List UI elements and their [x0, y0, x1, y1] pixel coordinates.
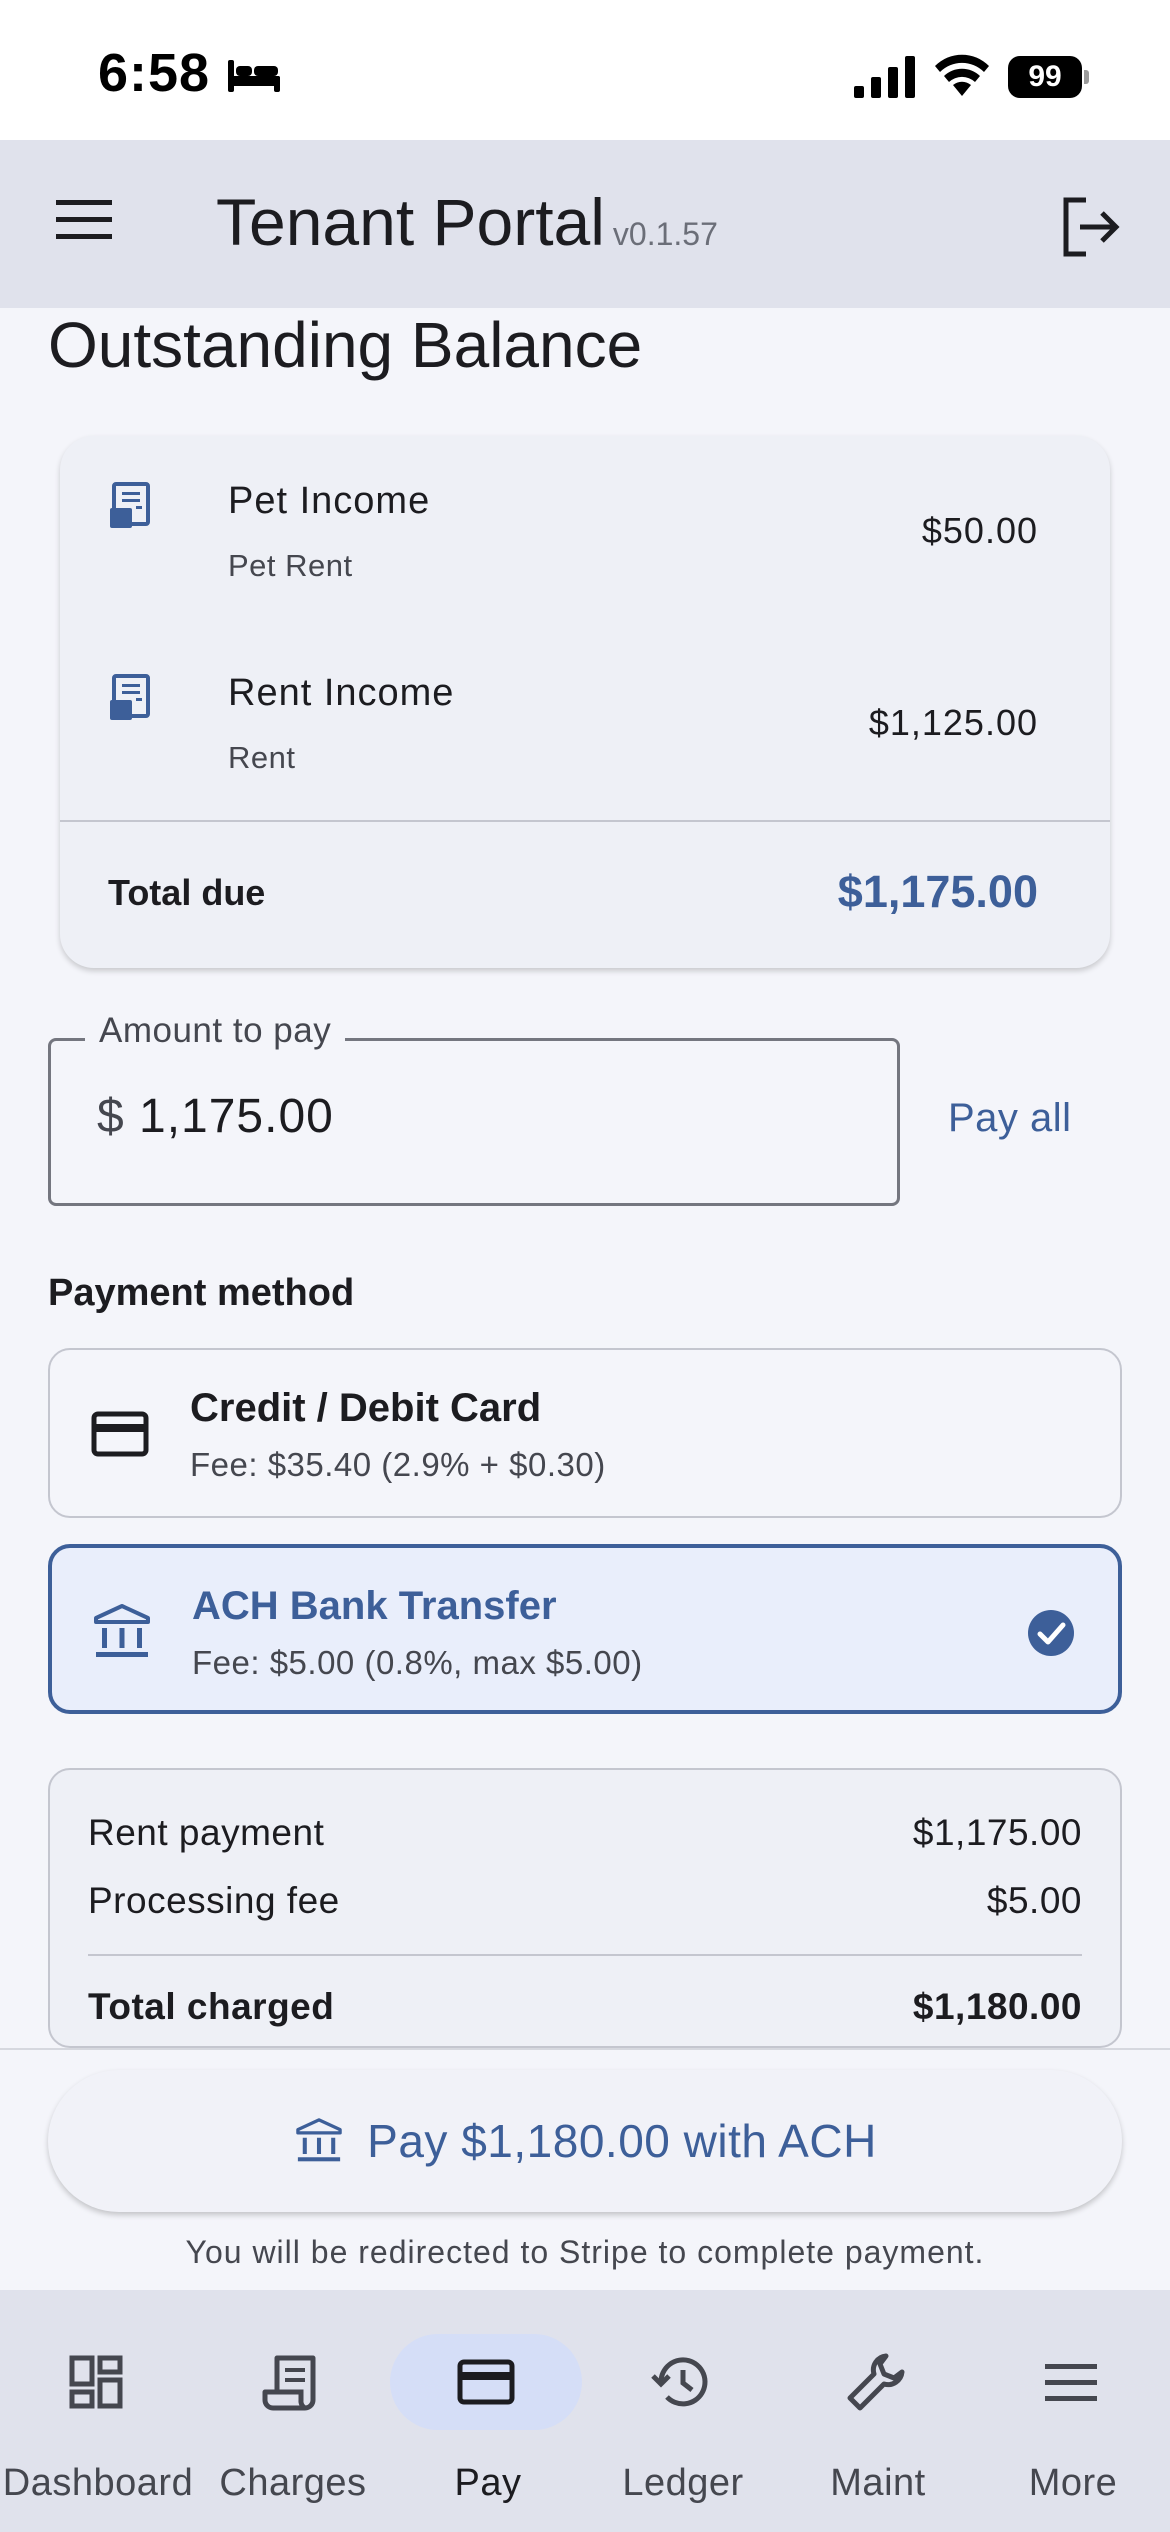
- pay-button[interactable]: Pay $1,180.00 with ACH: [48, 2070, 1122, 2212]
- battery-tip: [1084, 70, 1089, 84]
- wifi-icon: [935, 54, 989, 96]
- check-circle-icon: [1028, 1610, 1074, 1656]
- menu-button[interactable]: [44, 180, 124, 260]
- charge-amount: $50.00: [921, 510, 1038, 551]
- payment-summary-card: Rent payment $1,175.00 Processing fee $5…: [48, 1768, 1122, 2048]
- payment-option-title: ACH Bank Transfer: [192, 1584, 557, 1628]
- cellular-signal-icon: [854, 56, 915, 98]
- balance-card: Pet Income Pet Rent $50.00 Rent Income R…: [60, 436, 1110, 968]
- payment-method-label: Payment method: [48, 1272, 355, 1314]
- payment-option-fee: Fee: $5.00 (0.8%, max $5.00): [192, 1644, 643, 1681]
- payment-option-fee: Fee: $35.40 (2.9% + $0.30): [190, 1446, 606, 1483]
- app-bar: Tenant Portal v0.1.57: [0, 140, 1170, 308]
- amount-to-pay-label: Amount to pay: [85, 1011, 346, 1051]
- pay-all-button[interactable]: Pay all: [948, 1096, 1072, 1141]
- rent-payment-value: $1,175.00: [912, 1812, 1082, 1853]
- nav-item-more[interactable]: More: [975, 2290, 1170, 2532]
- nav-item-maint[interactable]: Maint: [780, 2290, 976, 2532]
- status-time: 6:58: [98, 43, 211, 103]
- app-title-text: Tenant Portal: [216, 185, 605, 259]
- menu-icon: [1045, 2364, 1097, 2401]
- redirect-note: You will be redirected to Stripe to comp…: [185, 2234, 985, 2270]
- payment-option-card-selected[interactable]: ACH Bank Transfer Fee: $5.00 (0.8%, max …: [48, 1544, 1122, 1714]
- summary-row: Rent payment $1,175.00: [88, 1812, 1082, 1862]
- payment-option-title: Credit / Debit Card: [190, 1386, 542, 1430]
- battery-indicator: 99: [1008, 56, 1089, 98]
- logout-icon[interactable]: [1056, 192, 1126, 262]
- receipt-icon: [262, 2355, 316, 2411]
- wrench-icon: [847, 2353, 905, 2411]
- charge-row: Pet Income Pet Rent $50.00: [60, 436, 1110, 596]
- summary-row: Processing fee $5.00: [88, 1880, 1082, 1930]
- processing-fee-value: $5.00: [986, 1880, 1082, 1921]
- nav-label: More: [1028, 2462, 1118, 2504]
- amount-input-value[interactable]: 1,175.00: [139, 1089, 334, 1144]
- charge-name: Rent Income: [228, 672, 455, 714]
- rent-payment-label: Rent payment: [88, 1812, 325, 1853]
- total-due-label: Total due: [108, 872, 266, 913]
- summary-total-row: Total charged $1,180.00: [88, 1986, 1082, 2036]
- pay-footer: Pay $1,180.00 with ACH You will be redir…: [0, 2048, 1170, 2290]
- receipt-icon: [110, 482, 150, 528]
- pay-button-label: Pay $1,180.00 with ACH: [367, 2115, 877, 2167]
- charge-name: Pet Income: [228, 480, 431, 522]
- status-bar: 6:58 99: [0, 0, 1170, 140]
- credit-card-icon: [91, 1411, 149, 1457]
- bottom-navigation: Dashboard Charges Pay Ledger Maint More: [0, 2290, 1170, 2532]
- nav-item-ledger[interactable]: Ledger: [585, 2290, 781, 2532]
- dashboard-icon: [69, 2355, 123, 2409]
- history-icon: [651, 2357, 708, 2407]
- nav-item-charges[interactable]: Charges: [195, 2290, 391, 2532]
- total-due-value: $1,175.00: [837, 866, 1038, 917]
- charge-row: Rent Income Rent $1,125.00: [60, 628, 1110, 788]
- charge-category: Pet Rent: [228, 548, 353, 583]
- battery-level: 99: [1008, 56, 1082, 98]
- app-root: 6:58 99 Tenant Portal v0.1.57 Outstandin…: [0, 0, 1170, 2532]
- bank-icon: [296, 2118, 342, 2162]
- divider: [60, 820, 1110, 822]
- divider: [88, 1954, 1082, 1956]
- bank-icon: [94, 1604, 150, 1657]
- bed-icon: [228, 60, 280, 92]
- charge-category: Rent: [228, 740, 296, 775]
- charge-amount: $1,125.00: [868, 702, 1038, 743]
- app-title: Tenant Portal v0.1.57: [216, 184, 718, 260]
- amount-to-pay-field[interactable]: Amount to pay $ 1,175.00: [48, 1011, 900, 1206]
- credit-card-icon: [457, 2359, 515, 2405]
- receipt-icon: [110, 674, 150, 720]
- nav-item-dashboard[interactable]: Dashboard: [0, 2290, 196, 2532]
- app-version: v0.1.57: [612, 216, 718, 252]
- outstanding-balance-title: Outstanding Balance: [48, 309, 643, 381]
- processing-fee-label: Processing fee: [88, 1880, 340, 1921]
- total-charged-label: Total charged: [88, 1986, 335, 2027]
- nav-item-pay[interactable]: Pay: [390, 2290, 586, 2532]
- total-charged-value: $1,180.00: [912, 1986, 1082, 2027]
- hamburger-icon: [56, 200, 112, 239]
- payment-option-card[interactable]: Credit / Debit Card Fee: $35.40 (2.9% + …: [48, 1348, 1122, 1518]
- currency-prefix: $: [97, 1090, 124, 1143]
